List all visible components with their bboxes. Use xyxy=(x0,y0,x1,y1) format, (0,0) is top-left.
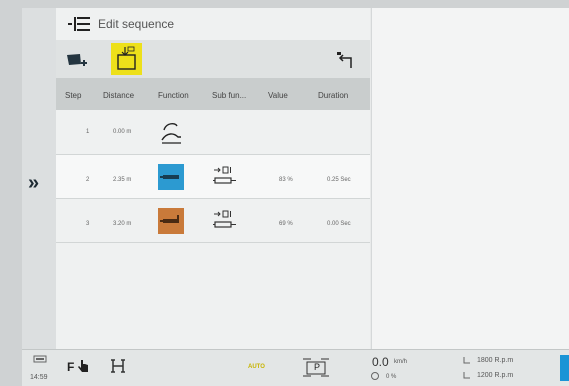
rpm-secondary: 1200 R.p.m xyxy=(477,372,514,379)
hydraulic-cylinder-icon xyxy=(160,215,179,223)
page-title: Edit sequence xyxy=(98,17,175,31)
pto-rpm-icon xyxy=(463,372,470,379)
function-valve-brown xyxy=(158,208,184,234)
engine-rpm-icon xyxy=(463,357,470,364)
column-value: Value xyxy=(268,91,288,100)
return-icon[interactable] xyxy=(336,50,356,70)
sub-function-extend-icon xyxy=(213,166,236,184)
table-row[interactable]: 1 0.00 m xyxy=(56,111,370,155)
table-row[interactable]: 3 3.20 m 69 % 0.00 Sec xyxy=(56,199,370,243)
row-step: 2 xyxy=(86,177,90,183)
edit-sequence-panel: Edit sequence Step Distance Function Sub… xyxy=(56,8,370,349)
row-step: 3 xyxy=(86,221,90,227)
sequence-list-icon xyxy=(68,17,90,31)
select-step-button[interactable] xyxy=(111,43,142,75)
step-edit-icon xyxy=(117,46,136,70)
column-sub-function: Sub fun... xyxy=(212,91,247,100)
wheel-slip-icon xyxy=(371,372,379,380)
row-value: 83 % xyxy=(279,177,293,183)
row-distance: 2.35 m xyxy=(113,177,132,183)
empty-content-area xyxy=(371,8,569,349)
title-bar: Edit sequence xyxy=(56,8,370,40)
sequence-toolbar xyxy=(56,40,370,78)
row-duration: 0.00 Sec xyxy=(327,221,351,227)
column-function: Function xyxy=(158,91,189,100)
plough-function-icon xyxy=(161,122,181,144)
clock: 14:59 xyxy=(30,374,48,381)
hand-touch-icon[interactable] xyxy=(77,359,89,373)
hitch-icon[interactable] xyxy=(110,359,126,373)
row-divider xyxy=(56,242,370,243)
hydraulic-cylinder-icon xyxy=(160,175,179,179)
row-step: 1 xyxy=(86,129,90,135)
column-step: Step xyxy=(65,91,82,100)
row-distance: 0.00 m xyxy=(113,129,132,135)
speed-unit: km/h xyxy=(394,359,408,365)
speed-value: 0.0 xyxy=(372,355,389,369)
row-value: 69 % xyxy=(279,221,293,227)
table-header: Step Distance Function Sub fun... Value … xyxy=(56,78,370,110)
rpm-primary: 1800 R.p.m xyxy=(477,357,514,364)
column-distance: Distance xyxy=(103,91,135,100)
row-distance: 3.20 m xyxy=(113,221,132,227)
slip-value: 0 % xyxy=(386,374,397,380)
mode-f-label: F xyxy=(67,360,75,374)
auto-mode-badge: AUTO xyxy=(248,364,265,370)
edge-indicator[interactable] xyxy=(560,355,569,381)
table-row[interactable]: 2 2.35 m 83 % 0.25 Sec xyxy=(56,155,370,199)
column-duration: Duration xyxy=(318,91,349,100)
add-step-icon[interactable] xyxy=(66,51,88,69)
screen-mode-icon[interactable] xyxy=(33,355,47,365)
row-duration: 0.25 Sec xyxy=(327,177,351,183)
function-valve-blue xyxy=(158,164,184,190)
status-bar: 14:59 F AUTO P 0.0 km/h 0 % 1800 R.p.m 1… xyxy=(22,349,569,386)
gear-indicator: P xyxy=(314,362,321,372)
sub-function-float-icon xyxy=(213,210,236,228)
expand-panel-button[interactable]: » xyxy=(28,172,39,195)
